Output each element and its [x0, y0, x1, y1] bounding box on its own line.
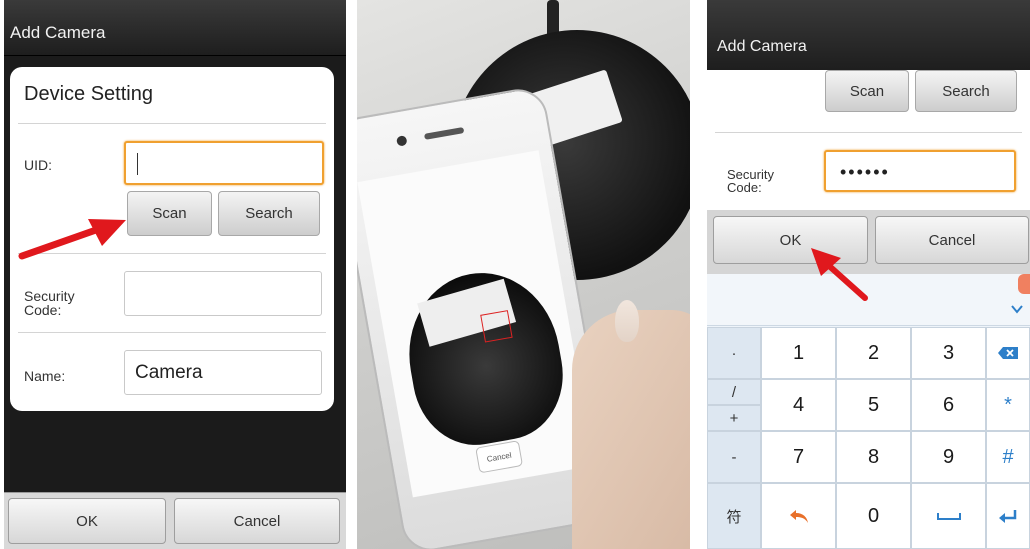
security-code-label: Security Code: — [727, 167, 774, 195]
red-arrow-icon — [811, 248, 868, 301]
key-hash[interactable]: # — [986, 431, 1030, 483]
scan-button[interactable]: Scan — [825, 70, 909, 112]
qr-target-box — [480, 310, 513, 343]
space-icon — [936, 513, 961, 520]
scanner-screen: Cancel — [357, 150, 595, 498]
search-button[interactable]: Search — [218, 191, 320, 236]
name-label: Name: — [24, 368, 66, 384]
title-bar: Add Camera — [707, 0, 1030, 70]
security-code-input[interactable]: •••••• — [824, 150, 1016, 192]
cancel-button[interactable]: Cancel — [174, 498, 340, 544]
key-symbols[interactable]: 符 — [707, 483, 761, 549]
fingernail — [615, 300, 639, 342]
key-0[interactable]: 0 — [836, 483, 911, 549]
scan-button[interactable]: Scan — [127, 191, 212, 236]
key-plus[interactable]: + — [707, 405, 761, 431]
name-input[interactable]: Camera — [124, 350, 322, 395]
keyboard-logo-icon — [1018, 274, 1030, 294]
key-slash[interactable]: / — [707, 379, 761, 405]
divider — [715, 132, 1022, 133]
space-key[interactable] — [911, 483, 986, 549]
uid-label: UID: — [24, 157, 52, 173]
add-camera-screen-1: Add Camera Device Setting UID: Scan Sear… — [4, 0, 346, 549]
key-star[interactable]: * — [986, 379, 1030, 431]
add-camera-screen-2: Add Camera Scan Search Security Code: ••… — [707, 0, 1030, 549]
screen-title: Add Camera — [10, 23, 106, 42]
undo-key[interactable] — [761, 483, 836, 549]
backspace-icon — [998, 347, 1018, 359]
qr-scan-photo: Cancel — [357, 0, 690, 549]
key-1[interactable]: 1 — [761, 327, 836, 379]
key-8[interactable]: 8 — [836, 431, 911, 483]
phone-camera — [396, 135, 408, 147]
key-dot[interactable]: · — [707, 327, 761, 379]
key-4[interactable]: 4 — [761, 379, 836, 431]
key-9[interactable]: 9 — [911, 431, 986, 483]
enter-icon — [999, 510, 1017, 523]
ok-button[interactable]: OK — [8, 498, 166, 544]
settings-card: Scan Search Security Code: •••••• — [707, 70, 1030, 206]
key-6[interactable]: 6 — [911, 379, 986, 431]
search-button[interactable]: Search — [915, 70, 1017, 112]
key-2[interactable]: 2 — [836, 327, 911, 379]
divider — [18, 332, 326, 333]
security-code-input[interactable] — [124, 271, 322, 316]
screen-title: Add Camera — [717, 38, 807, 55]
divider — [18, 123, 326, 124]
password-dots: •••••• — [840, 162, 890, 182]
numeric-keyboard: · / + - 符 1 2 3 4 5 6 * 7 8 9 # 0 — [707, 274, 1030, 549]
undo-icon — [789, 510, 808, 523]
title-bar: Add Camera — [4, 0, 346, 56]
dialog-title: Device Setting — [24, 83, 153, 105]
red-arrow-icon — [18, 219, 126, 260]
key-minus[interactable]: - — [707, 431, 761, 483]
name-input-value: Camera — [135, 362, 203, 383]
text-caret — [137, 153, 138, 175]
scanner-cancel-button[interactable]: Cancel — [475, 440, 524, 474]
hand — [572, 310, 690, 549]
chevron-down-icon[interactable] — [1010, 304, 1024, 314]
bottom-button-bar: OK Cancel — [4, 492, 346, 549]
uid-input[interactable] — [124, 141, 324, 185]
backspace-key[interactable] — [986, 327, 1030, 379]
key-7[interactable]: 7 — [761, 431, 836, 483]
phone-speaker — [423, 127, 465, 140]
cancel-button[interactable]: Cancel — [875, 216, 1029, 264]
security-code-label: Security Code: — [24, 288, 75, 318]
enter-key[interactable] — [986, 483, 1030, 549]
key-3[interactable]: 3 — [911, 327, 986, 379]
key-5[interactable]: 5 — [836, 379, 911, 431]
